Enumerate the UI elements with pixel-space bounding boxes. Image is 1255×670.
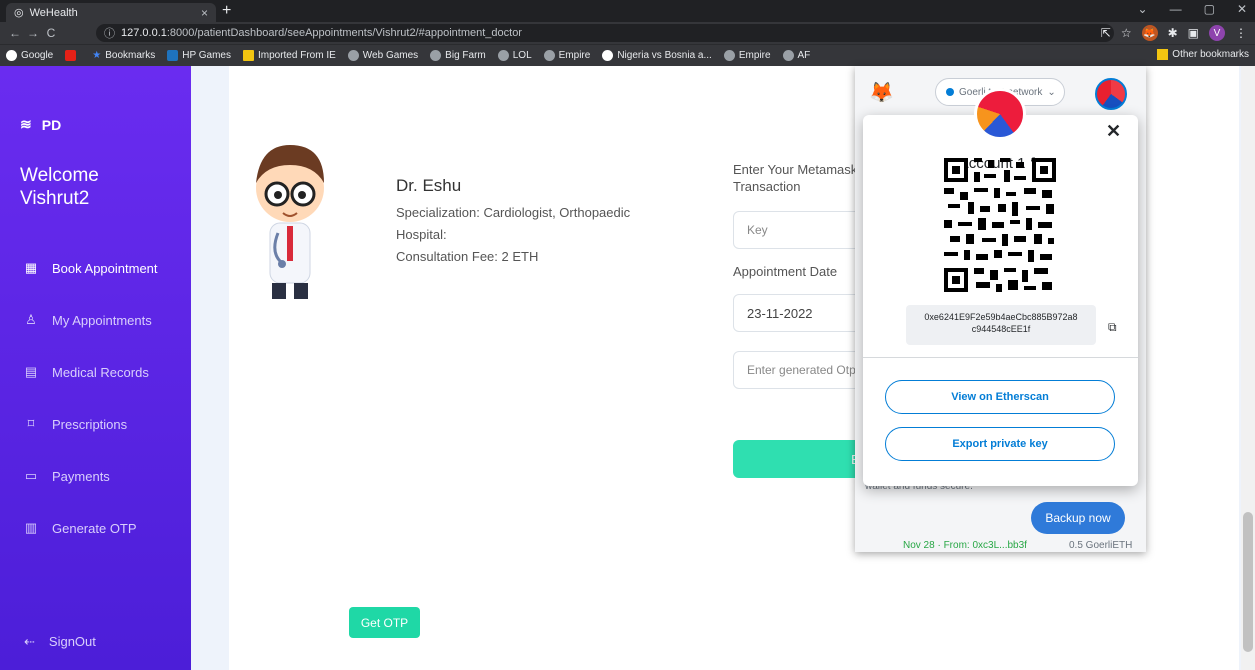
- doctor-name: Dr. Eshu: [396, 176, 462, 195]
- get-otp-button[interactable]: Get OTP: [349, 607, 420, 638]
- bookmark-youtube[interactable]: [65, 50, 80, 61]
- forward-arrow-icon[interactable]: →: [24, 26, 42, 40]
- network-dot-icon: [946, 88, 954, 96]
- transaction-item[interactable]: Nov 28 · From: 0xc3L...bb3f: [903, 540, 1027, 551]
- url-host: 127.0.0.1: [121, 27, 167, 39]
- copy-icon[interactable]: ⧉: [1108, 320, 1117, 335]
- account-address[interactable]: 0xe6241E9F2e59b4aeCbc885B972a8 c944548cE…: [906, 305, 1096, 345]
- close-icon[interactable]: ✕: [1106, 121, 1121, 142]
- signout-icon: ⇠: [24, 634, 35, 649]
- bookmark-nigeria[interactable]: Nigeria vs Bosnia a...: [602, 50, 712, 61]
- page-scrollbar-thumb[interactable]: [1243, 512, 1253, 652]
- grid-icon: ▦: [24, 260, 38, 275]
- welcome-text: Welcome Vishrut2: [20, 165, 99, 209]
- sidebar: ≋ PD Welcome Vishrut2 ▦ Book Appointment ♙…: [0, 66, 191, 670]
- doctor-info: Specialization: Cardiologist, Orthopaedi…: [396, 202, 630, 268]
- info-icon[interactable]: ⓘ: [104, 25, 115, 41]
- window-controls: ⌄ — ▢ ✕: [1138, 2, 1247, 16]
- toolbar-actions: ⇱ ☆ 🦊 ✱ ▣ V ⋮: [1101, 25, 1247, 41]
- profile-avatar[interactable]: V: [1209, 25, 1225, 41]
- browser-tab[interactable]: ◎ WeHealth ×: [6, 3, 216, 22]
- modal-divider: [863, 357, 1138, 358]
- bookmark-imported[interactable]: Imported From IE: [242, 50, 336, 61]
- export-private-key-button[interactable]: Export private key: [885, 427, 1115, 461]
- otp-input[interactable]: Enter generated Otp: [733, 351, 873, 389]
- doctor-fee: Consultation Fee: 2 ETH: [396, 249, 539, 264]
- doctor-hospital: Hospital:: [396, 227, 447, 242]
- menu-kebab-icon[interactable]: ⋮: [1235, 26, 1247, 40]
- bookmark-empire[interactable]: Empire: [543, 50, 590, 61]
- sidebar-item-my-appointments[interactable]: ♙ My Appointments: [0, 294, 191, 346]
- sidebar-item-prescriptions[interactable]: ⌑ Prescriptions: [0, 398, 191, 450]
- url-path: :8000/patientDashboard/seeAppointments/V…: [166, 27, 522, 39]
- bookmark-web-games[interactable]: Web Games: [347, 50, 418, 61]
- chart-icon: ▥: [24, 520, 38, 535]
- bookmark-bookmarks[interactable]: ★ Bookmarks: [92, 50, 155, 61]
- sidebar-item-medical-records[interactable]: ▤ Medical Records: [0, 346, 191, 398]
- bookmark-hp-games[interactable]: HP Games: [167, 50, 231, 61]
- globe-icon: ◎: [14, 7, 24, 19]
- bookmark-icon: ⌑: [27, 416, 35, 431]
- bookmark-empire-2[interactable]: Empire: [723, 50, 771, 61]
- metamask-extension-icon[interactable]: 🦊: [1141, 25, 1158, 41]
- tab-search-icon[interactable]: ⌄: [1138, 2, 1148, 16]
- chevron-down-icon: ⌄: [1047, 86, 1056, 98]
- doctor-specialization: Specialization: Cardiologist, Orthopaedi…: [396, 205, 631, 220]
- tab-close-icon[interactable]: ×: [201, 6, 208, 20]
- sidebar-item-generate-otp[interactable]: ▥ Generate OTP: [0, 502, 191, 554]
- backup-now-button[interactable]: Backup now: [1031, 502, 1125, 534]
- sidebar-item-payments[interactable]: ▭ Payments: [0, 450, 191, 502]
- doctor-avatar-image: [256, 145, 324, 299]
- appointment-date-input[interactable]: 23-11-2022: [733, 294, 873, 332]
- side-panel-icon[interactable]: ▣: [1188, 26, 1199, 40]
- metamask-fox-icon: 🦊: [869, 82, 894, 104]
- folder-icon: ▭: [24, 468, 38, 483]
- star-icon[interactable]: ☆: [1121, 26, 1132, 40]
- book-button[interactable]: Bo: [733, 440, 873, 478]
- sidebar-item-book-appointment[interactable]: ▦ Book Appointment: [0, 242, 191, 294]
- appointment-date-label: Appointment Date: [733, 264, 838, 279]
- user-icon: ♙: [25, 312, 37, 327]
- share-icon[interactable]: ⇱: [1101, 26, 1111, 40]
- brand[interactable]: ≋ PD: [20, 116, 61, 133]
- bookmark-google[interactable]: Google: [6, 50, 53, 61]
- record-icon: ▤: [24, 364, 38, 379]
- address-qr-code: [944, 158, 1056, 292]
- extensions-puzzle-icon[interactable]: ✱: [1168, 26, 1178, 40]
- account-avatar: [974, 88, 1026, 140]
- browser-toolbar: ← → C ⓘ 127.0.0.1:8000/patientDashboard/…: [0, 22, 1255, 44]
- bookmark-lol[interactable]: LOL: [497, 50, 532, 61]
- signout-link[interactable]: ⇠ SignOut: [24, 634, 96, 650]
- bookmark-af[interactable]: AF: [782, 50, 810, 61]
- new-tab-button[interactable]: +: [222, 2, 231, 20]
- sidebar-nav: ▦ Book Appointment ♙ My Appointments ▤ Medi…: [0, 242, 191, 554]
- transaction-amount: 0.5 GoerliETH: [1069, 540, 1133, 551]
- view-on-etherscan-button[interactable]: View on Etherscan: [885, 380, 1115, 414]
- address-bar[interactable]: ⓘ 127.0.0.1:8000/patientDashboard/seeApp…: [96, 24, 1114, 42]
- reload-icon[interactable]: C: [42, 26, 60, 40]
- key-input[interactable]: Key: [733, 211, 873, 249]
- metamask-label: Enter Your Metamask Transaction: [733, 162, 858, 194]
- maximize-button[interactable]: ▢: [1204, 2, 1215, 16]
- bookmarks-bar: Google ★ Bookmarks HP Games Imported From…: [0, 44, 1255, 66]
- layers-icon: ≋: [20, 116, 32, 132]
- bookmark-big-farm[interactable]: Big Farm: [430, 50, 486, 61]
- other-bookmarks[interactable]: Other bookmarks: [1157, 49, 1249, 60]
- browser-tab-strip: ◎ WeHealth × + ⌄ — ▢ ✕: [0, 0, 1255, 22]
- account-avatar-button[interactable]: [1095, 78, 1127, 110]
- tab-title: WeHealth: [29, 6, 78, 19]
- back-arrow-icon[interactable]: ←: [6, 26, 24, 40]
- minimize-button[interactable]: —: [1170, 2, 1182, 16]
- close-window-button[interactable]: ✕: [1237, 2, 1247, 16]
